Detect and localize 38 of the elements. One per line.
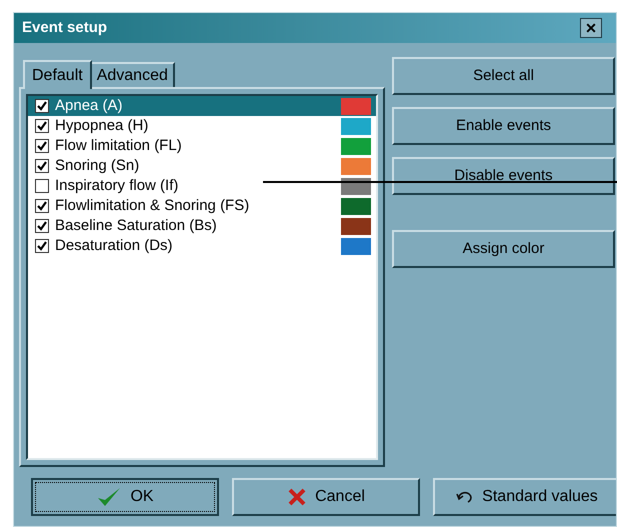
event-label: Snoring (Sn) [55, 157, 140, 175]
tab[interactable]: Advanced [92, 62, 175, 87]
event-row[interactable]: Snoring (Sn) [28, 156, 376, 176]
checkbox[interactable] [35, 119, 49, 133]
checkbox[interactable] [35, 199, 49, 213]
event-row[interactable]: Hypopnea (H) [28, 116, 376, 136]
side-button[interactable]: Disable events [392, 157, 615, 195]
window-title: Event setup [22, 18, 108, 38]
event-label: Inspiratory flow (If) [55, 177, 180, 195]
event-row[interactable]: Inspiratory flow (If) [28, 176, 376, 196]
checkbox[interactable] [35, 239, 49, 253]
ok-button[interactable]: OK [31, 478, 219, 516]
close-icon [287, 487, 308, 507]
checkbox[interactable] [35, 99, 49, 113]
assign-color-button[interactable]: Assign color [392, 230, 615, 268]
event-row[interactable]: Desaturation (Ds) [28, 236, 376, 256]
checkbox[interactable] [35, 139, 49, 153]
cancel-button[interactable]: Cancel [232, 478, 420, 516]
checkbox[interactable] [35, 159, 49, 173]
event-row[interactable]: Flow limitation (FL) [28, 136, 376, 156]
event-label: Desaturation (Ds) [55, 237, 174, 255]
side-button[interactable]: Select all [392, 57, 615, 95]
checkbox[interactable] [35, 219, 49, 233]
side-button[interactable]: Enable events [392, 107, 615, 145]
event-label: Apnea (A) [55, 97, 124, 115]
checkbox[interactable] [35, 179, 49, 193]
event-label: Flow limitation (FL) [55, 137, 183, 155]
reset-button[interactable]: Standard values [433, 478, 616, 516]
check-icon [96, 486, 122, 508]
event-row[interactable]: Flowlimitation & Snoring (FS) [28, 196, 376, 216]
close-button[interactable]: × [580, 18, 602, 38]
undo-icon [456, 490, 474, 504]
event-row[interactable]: Baseline Saturation (Bs) [28, 216, 376, 236]
event-row[interactable]: Apnea (A) [28, 96, 376, 116]
event-label: Hypopnea (H) [55, 117, 150, 135]
event-label: Flowlimitation & Snoring (FS) [55, 197, 250, 215]
tab[interactable]: Default [23, 60, 92, 89]
event-label: Baseline Saturation (Bs) [55, 217, 218, 235]
